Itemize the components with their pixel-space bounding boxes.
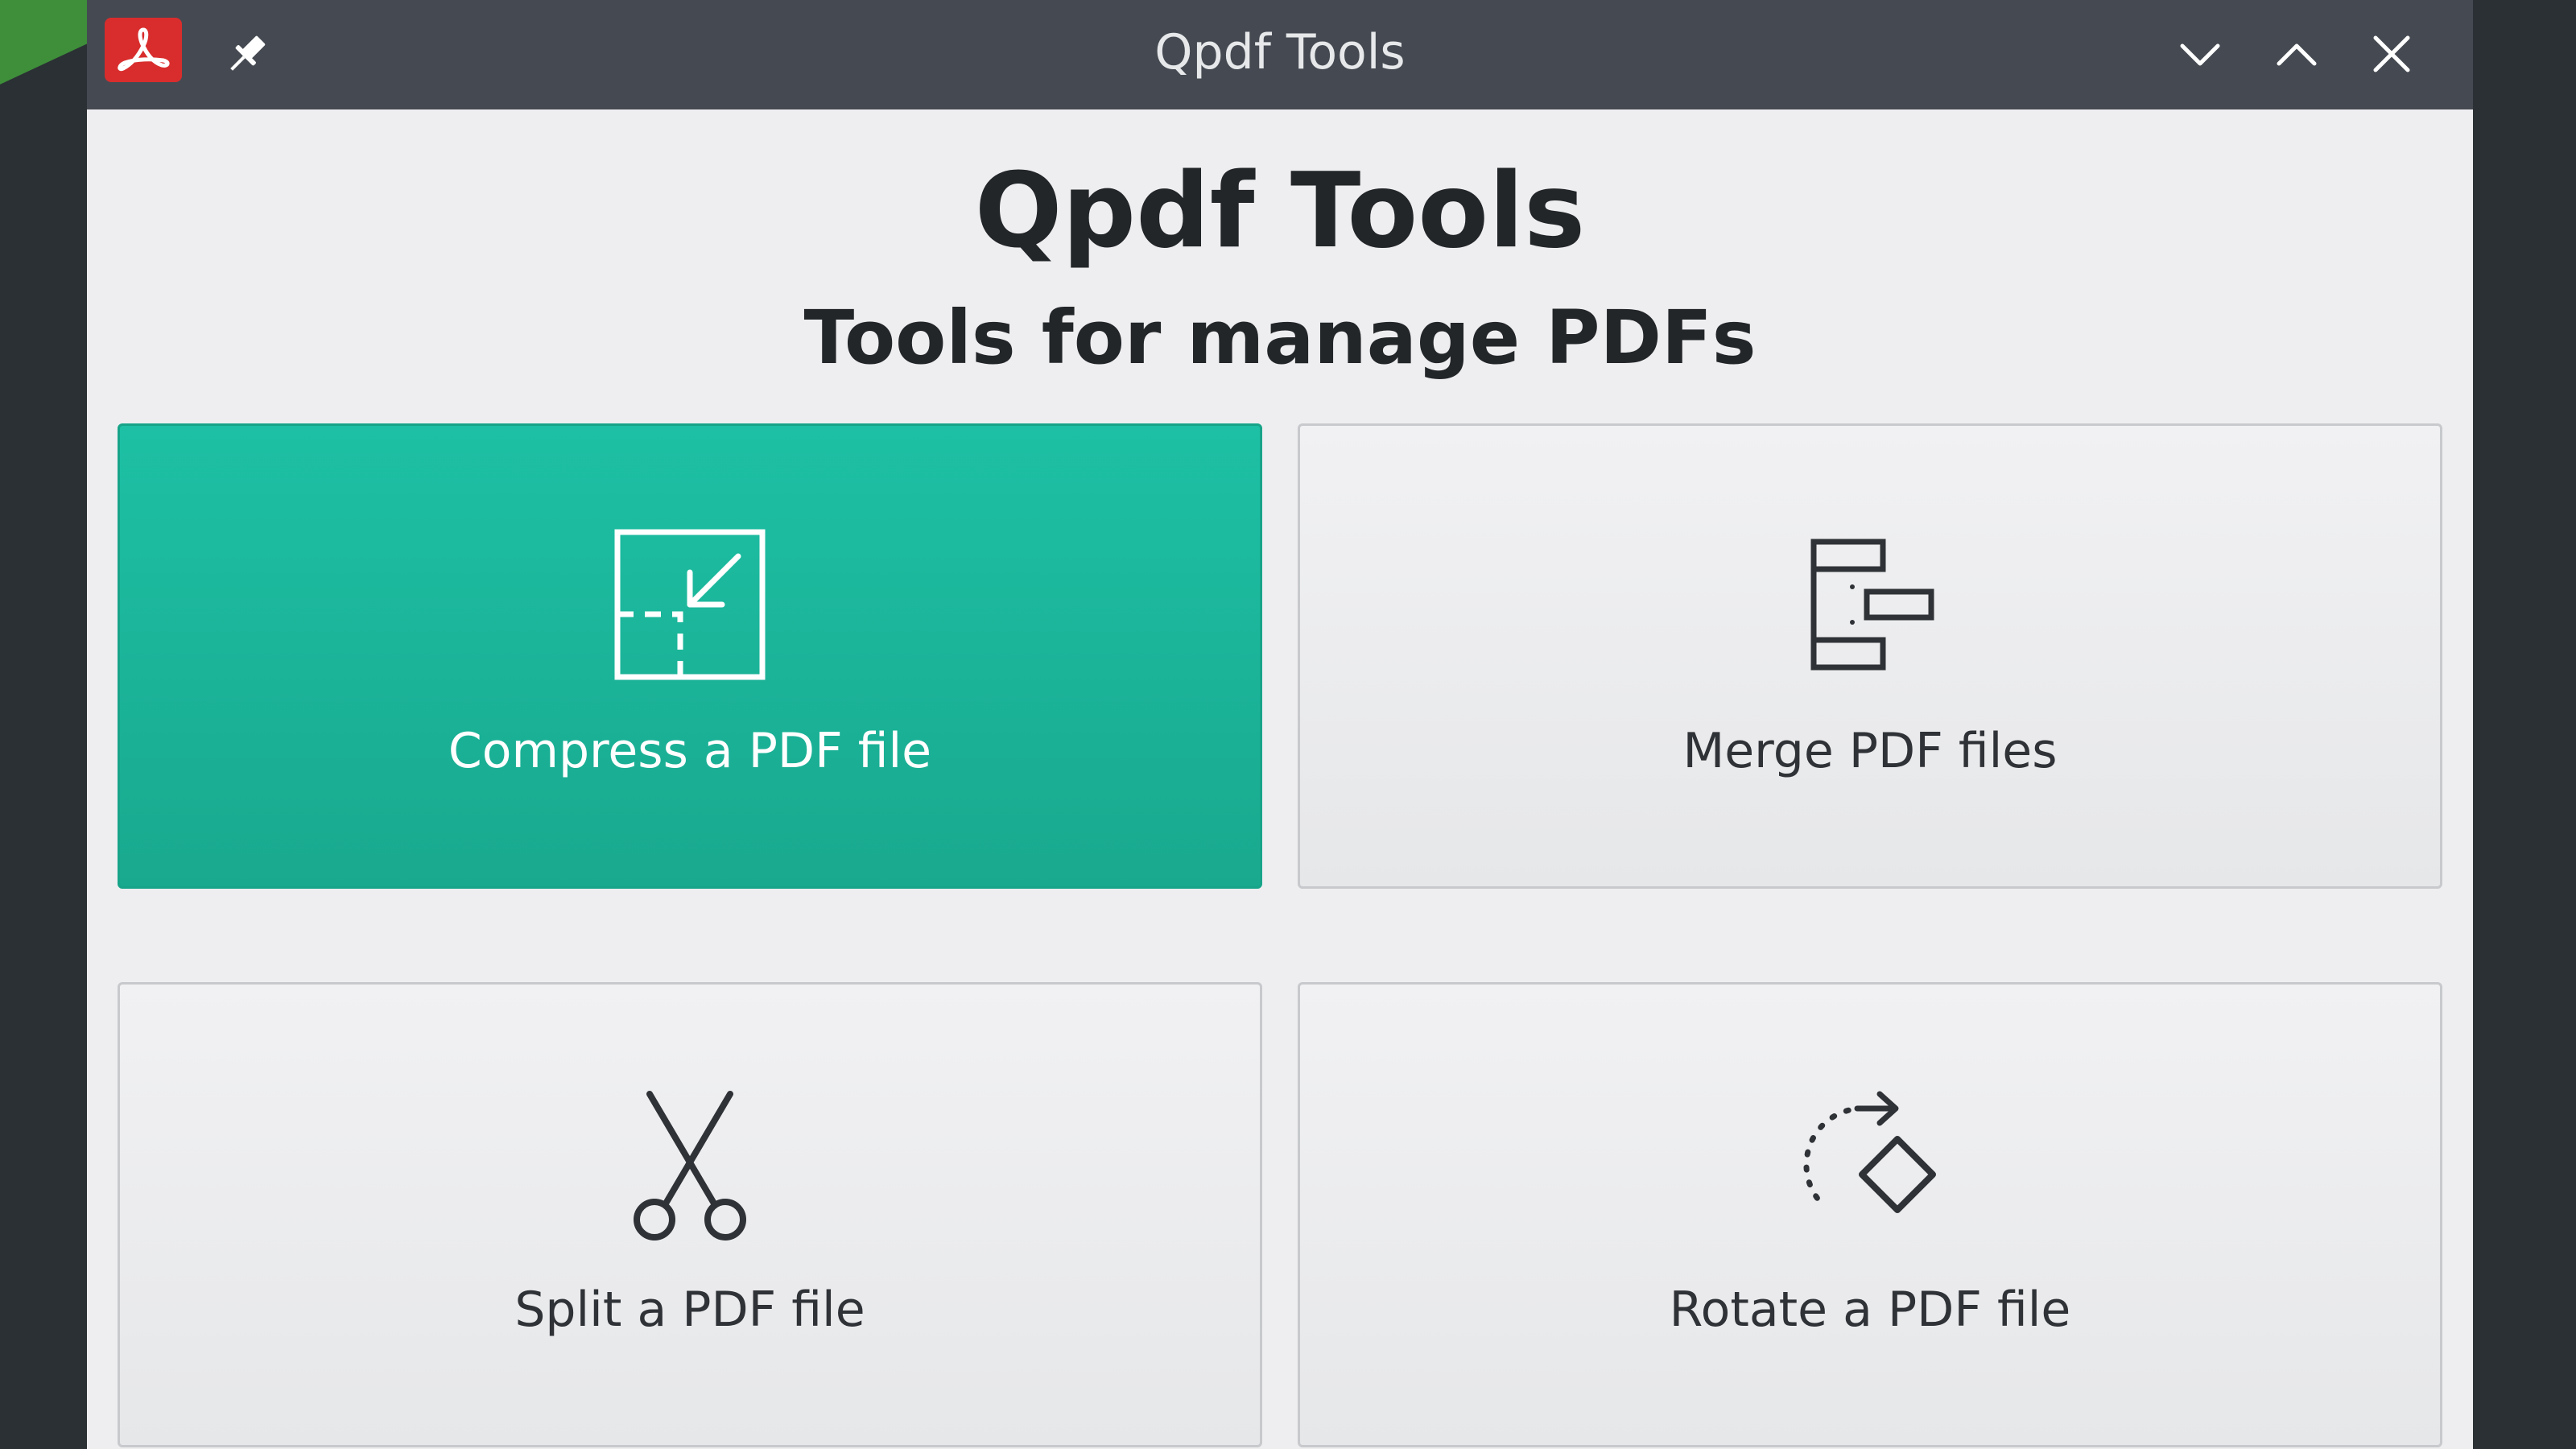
merge-icon xyxy=(1300,524,2440,685)
split-pdf-button[interactable]: Split a PDF file xyxy=(118,982,1262,1447)
rotate-pdf-label: Rotate a PDF file xyxy=(1669,1282,2071,1338)
merge-pdf-button[interactable]: Merge PDF files xyxy=(1298,423,2442,889)
split-pdf-label: Split a PDF file xyxy=(514,1282,865,1338)
window-title: Qpdf Tools xyxy=(1154,24,1406,80)
titlebar[interactable]: Qpdf Tools xyxy=(87,0,2473,109)
merge-pdf-label: Merge PDF files xyxy=(1682,723,2058,779)
compress-pdf-button[interactable]: Compress a PDF file xyxy=(118,423,1262,889)
pdf-icon xyxy=(105,18,182,82)
app-window: Qpdf Tools Qpdf Tools Tools for manage P… xyxy=(87,0,2473,1449)
minimize-icon[interactable] xyxy=(2164,18,2236,90)
page-title: Qpdf Tools xyxy=(974,151,1586,271)
page-subtitle: Tools for manage PDFs xyxy=(803,295,1757,381)
close-icon[interactable] xyxy=(2355,18,2428,90)
desktop: Qpdf Tools Qpdf Tools Tools for manage P… xyxy=(0,0,2576,1449)
compress-pdf-label: Compress a PDF file xyxy=(448,723,932,779)
rotate-pdf-button[interactable]: Rotate a PDF file xyxy=(1298,982,2442,1447)
pin-icon[interactable] xyxy=(214,23,279,87)
maximize-icon[interactable] xyxy=(2260,18,2333,90)
compress-icon xyxy=(120,524,1260,685)
rotate-icon xyxy=(1300,1083,2440,1244)
scissors-icon xyxy=(120,1083,1260,1244)
